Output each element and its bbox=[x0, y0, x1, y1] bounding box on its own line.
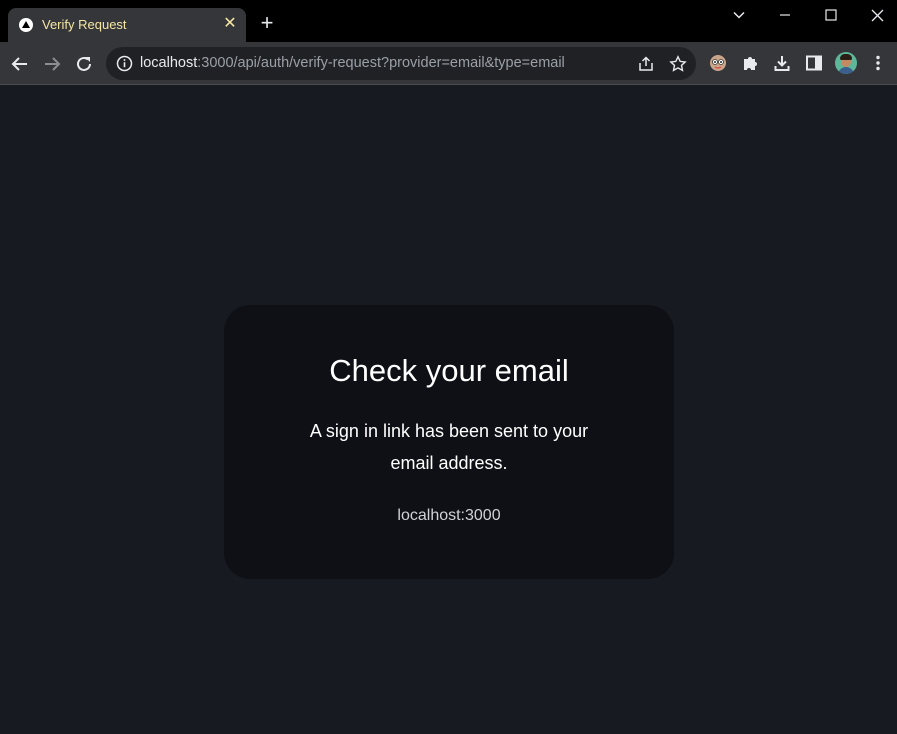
close-icon bbox=[871, 9, 883, 21]
nextjs-favicon-icon bbox=[19, 18, 33, 32]
maximize-button[interactable] bbox=[808, 0, 854, 30]
page-content: Check your email A sign in link has been… bbox=[0, 86, 897, 734]
browser-tab[interactable]: Verify Request ✕ bbox=[8, 8, 246, 42]
share-button[interactable] bbox=[636, 54, 656, 74]
side-panel-icon bbox=[806, 55, 822, 71]
back-button[interactable] bbox=[6, 50, 34, 78]
site-host-link[interactable]: localhost:3000 bbox=[224, 507, 674, 525]
maximize-icon bbox=[825, 9, 837, 21]
verify-request-card: Check your email A sign in link has been… bbox=[224, 305, 674, 579]
reload-button[interactable] bbox=[70, 50, 98, 78]
card-message: A sign in link has been sent to your ema… bbox=[309, 421, 589, 473]
share-icon bbox=[639, 56, 653, 71]
cartoon-face-extension-icon bbox=[710, 55, 726, 71]
side-panel-button[interactable] bbox=[802, 51, 826, 75]
extensions-button[interactable] bbox=[738, 51, 762, 75]
tab-title: Verify Request bbox=[42, 17, 127, 32]
avatar-hair bbox=[840, 54, 852, 60]
browser-titlebar: Verify Request ✕ + bbox=[0, 0, 897, 42]
url-path: :3000/api/auth/verify-request?provider=e… bbox=[197, 55, 565, 71]
forward-button[interactable] bbox=[38, 50, 66, 78]
address-bar[interactable]: localhost:3000/api/auth/verify-request?p… bbox=[106, 47, 696, 80]
arrow-left-icon bbox=[11, 57, 27, 71]
profile-avatar[interactable] bbox=[835, 52, 857, 74]
browser-toolbar: localhost:3000/api/auth/verify-request?p… bbox=[0, 42, 897, 85]
puzzle-piece-icon bbox=[744, 57, 757, 70]
info-icon[interactable] bbox=[116, 55, 133, 72]
card-title: Check your email bbox=[329, 353, 569, 388]
minimize-icon bbox=[780, 14, 790, 16]
downloads-button[interactable] bbox=[770, 51, 794, 75]
new-tab-button[interactable]: + bbox=[256, 12, 278, 34]
kebab-menu-icon bbox=[876, 55, 880, 71]
download-icon bbox=[774, 56, 790, 71]
close-window-button[interactable] bbox=[854, 0, 897, 30]
star-icon bbox=[669, 55, 687, 72]
extension-face-button[interactable] bbox=[706, 51, 730, 75]
avatar-body bbox=[838, 67, 854, 74]
reload-icon bbox=[77, 56, 91, 71]
bookmark-button[interactable] bbox=[668, 54, 688, 74]
tab-search-button[interactable] bbox=[716, 0, 762, 30]
tab-close-icon[interactable]: ✕ bbox=[222, 14, 238, 34]
chevron-down-icon bbox=[733, 11, 745, 19]
minimize-button[interactable] bbox=[762, 0, 808, 30]
url-text[interactable]: localhost:3000/api/auth/verify-request?p… bbox=[140, 55, 565, 71]
browser-menu-button[interactable] bbox=[866, 51, 890, 75]
arrow-right-icon bbox=[45, 57, 61, 71]
url-host: localhost bbox=[140, 55, 198, 71]
